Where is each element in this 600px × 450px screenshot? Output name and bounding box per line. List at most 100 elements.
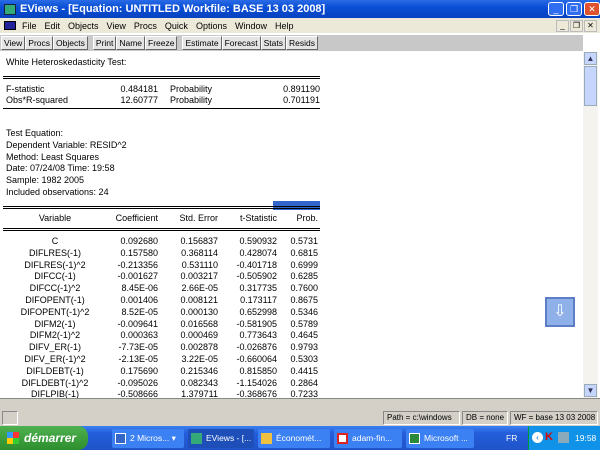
network-icon[interactable] — [558, 432, 569, 443]
eviews-icon — [191, 433, 202, 444]
task-excel[interactable]: Microsoft ... — [406, 429, 474, 448]
table-cell: -0.009641 — [117, 318, 158, 329]
output-pane: White Heteroskedasticity Test: F-statist… — [0, 52, 583, 398]
view-button[interactable]: View — [1, 36, 26, 50]
table-cell: 0.815850 — [239, 365, 277, 376]
start-button[interactable]: démarrer — [0, 426, 88, 450]
doc-minimize-button[interactable]: _ — [556, 20, 569, 32]
print-button[interactable]: Print — [92, 36, 117, 50]
task-eviews[interactable]: EViews - [... — [188, 429, 254, 448]
task-folder[interactable]: Économét... — [258, 429, 330, 448]
table-cell: 0.531110 — [181, 259, 218, 270]
task-label: 2 Micros... — [130, 433, 170, 443]
freeze-button[interactable]: Freeze — [145, 36, 178, 50]
table-cell: 8.52E-05 — [121, 306, 158, 317]
probability-value: 0.891190 — [283, 84, 320, 94]
estimate-button[interactable]: Estimate — [182, 36, 222, 50]
menu-quick[interactable]: Quick — [165, 21, 188, 31]
table-cell: -1.154026 — [236, 377, 277, 388]
windows-flag-icon — [7, 432, 19, 444]
table-cell: 0.003217 — [180, 271, 218, 282]
word-icon — [115, 433, 126, 444]
menu-file[interactable]: File — [22, 21, 37, 31]
task-pdf[interactable]: adam-fin... — [334, 429, 402, 448]
download-arrow-icon[interactable]: ⇩ — [545, 297, 575, 327]
table-cell: -2.13E-05 — [118, 354, 158, 364]
table-cell: 0.590932 — [239, 236, 277, 246]
test-info-line: Date: 07/24/08 Time: 19:58 — [6, 163, 115, 174]
table-cell: 8.45E-06 — [121, 283, 158, 294]
table-cell: 0.652998 — [239, 306, 277, 317]
table-cell: 0.175690 — [120, 365, 158, 376]
menu-edit[interactable]: Edit — [45, 21, 61, 31]
table-cell: 1.379711 — [181, 389, 218, 398]
column-header: Std. Error — [179, 213, 218, 223]
table-cell: 0.773643 — [239, 330, 277, 341]
restore-button[interactable]: ❐ — [566, 2, 582, 16]
variable-name: DIFLRES(-1) — [28, 247, 81, 258]
stat-value: 0.484181 — [120, 84, 158, 94]
task-word[interactable]: 2 Micros... ▾ — [112, 429, 184, 448]
procs-button[interactable]: Procs — [25, 36, 54, 50]
probability-value: 0.701191 — [283, 95, 320, 105]
stat-value: 12.60777 — [120, 95, 158, 105]
table-cell: 0.008121 — [180, 295, 218, 305]
antivirus-icon[interactable]: K — [545, 431, 553, 444]
column-header: t-Statistic — [239, 213, 277, 223]
language-indicator[interactable]: FR — [506, 433, 517, 443]
doc-restore-button[interactable]: ❐ — [570, 20, 583, 32]
scroll-thumb[interactable] — [584, 66, 597, 106]
name-button[interactable]: Name — [116, 36, 146, 50]
excel-icon — [409, 433, 420, 444]
table-cell: -0.660064 — [236, 354, 277, 364]
pdf-icon — [337, 433, 348, 444]
table-cell: 0.5303 — [290, 354, 318, 364]
title-bar: EViews - [Equation: UNTITLED Workfile: B… — [0, 0, 600, 18]
table-cell: 0.4415 — [290, 365, 318, 376]
tray-expand-icon[interactable]: ‹ — [532, 432, 543, 443]
forecast-button[interactable]: Forecast — [221, 36, 261, 50]
variable-name: DIFLRES(-1)^2 — [24, 259, 86, 270]
window-title: EViews - [Equation: UNTITLED Workfile: B… — [20, 3, 326, 15]
stats-button[interactable]: Stats — [260, 36, 287, 50]
menu-options[interactable]: Options — [196, 21, 227, 31]
table-cell: 0.000130 — [180, 306, 218, 317]
task-label: Microsoft ... — [424, 433, 468, 443]
menu-help[interactable]: Help — [275, 21, 294, 31]
table-cell: 0.7600 — [290, 283, 318, 294]
clock: 19:58 — [575, 433, 597, 443]
table-cell: 0.368114 — [181, 247, 218, 258]
menu-view[interactable]: View — [107, 21, 126, 31]
menu-objects[interactable]: Objects — [68, 21, 99, 31]
task-label: Économét... — [276, 433, 322, 443]
taskbar: démarrer 2 Micros... ▾ EViews - [... Éco… — [0, 426, 600, 450]
document-icon[interactable] — [4, 21, 16, 30]
menu-bar: File Edit Objects View Procs Quick Optio… — [0, 18, 600, 33]
table-cell: -0.213356 — [117, 259, 158, 270]
resids-button[interactable]: Resids — [286, 36, 318, 50]
status-db: DB = none — [462, 411, 508, 425]
probability-label: Probability — [170, 84, 213, 94]
close-button[interactable]: ✕ — [584, 2, 600, 16]
doc-close-button[interactable]: ✕ — [584, 20, 597, 32]
test-info-line: Sample: 1982 2005 — [6, 175, 85, 186]
command-box[interactable] — [2, 411, 18, 425]
table-cell: -0.508666 — [117, 389, 158, 398]
folder-icon — [261, 433, 272, 444]
variable-name: DIFM2(-1)^2 — [29, 330, 81, 341]
variable-name: DIFOPENT(-1) — [25, 295, 85, 305]
scroll-down-icon[interactable]: ▼ — [584, 384, 597, 397]
column-header: Variable — [38, 213, 72, 223]
table-cell: 0.156837 — [180, 236, 218, 246]
minimize-button[interactable]: _ — [548, 2, 564, 16]
table-cell: 0.6999 — [290, 259, 318, 270]
table-cell: -0.001627 — [117, 271, 158, 282]
objects-button[interactable]: Objects — [53, 36, 88, 50]
scroll-up-icon[interactable]: ▲ — [584, 52, 597, 65]
table-cell: -0.026876 — [236, 342, 277, 353]
table-cell: 0.4645 — [290, 330, 318, 341]
table-cell: -0.581905 — [236, 318, 277, 329]
menu-procs[interactable]: Procs — [134, 21, 157, 31]
vertical-scrollbar[interactable]: ▲ ▼ — [583, 52, 598, 398]
menu-window[interactable]: Window — [235, 21, 267, 31]
